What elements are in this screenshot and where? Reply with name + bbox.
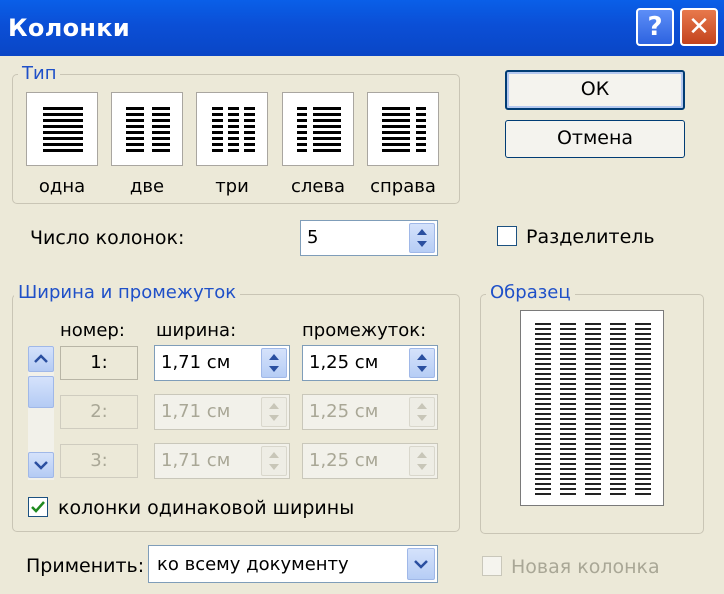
- row-3-spacing-spinner: 1,25 см: [302, 443, 438, 479]
- columns-dialog: Колонки ? ✕ Тип одна две три слева справ…: [0, 0, 724, 594]
- spin-arrows-icon[interactable]: [261, 348, 287, 378]
- type-one-label: одна: [38, 176, 86, 197]
- row-2-number: 2:: [60, 395, 138, 429]
- row-3-width-value: 1,71 см: [161, 450, 231, 471]
- chevron-down-icon: [34, 461, 48, 470]
- dialog-title: Колонки: [8, 14, 130, 42]
- type-two-button[interactable]: [111, 92, 183, 166]
- column-count-spinner[interactable]: 5: [300, 220, 438, 256]
- spin-arrows-icon[interactable]: [409, 348, 435, 378]
- checkmark-icon: [31, 501, 45, 513]
- row-1-number: 1:: [60, 346, 138, 380]
- left-column-icon: [297, 107, 341, 152]
- scroll-thumb[interactable]: [28, 376, 54, 408]
- row-2-width-value: 1,71 см: [161, 401, 231, 422]
- up-down-arrows-icon: [417, 452, 427, 470]
- chevron-down-icon: [414, 560, 428, 569]
- type-right-button[interactable]: [367, 92, 439, 166]
- type-three-label: три: [215, 176, 249, 197]
- up-down-arrows-icon: [417, 354, 427, 372]
- scroll-down-button[interactable]: [28, 452, 54, 478]
- row-3-width-spinner: 1,71 см: [154, 443, 290, 479]
- type-two-label: две: [129, 176, 165, 197]
- apply-value: ко всему документу: [157, 554, 349, 575]
- apply-label: Применить:: [26, 555, 145, 577]
- spin-arrows-icon: [409, 397, 435, 427]
- spin-arrows-icon: [409, 446, 435, 476]
- equal-width-checkbox[interactable]: [28, 497, 48, 517]
- width-spacing-group-label: Ширина и промежуток: [14, 283, 241, 303]
- up-down-arrows-icon: [417, 229, 427, 247]
- row-1-width-value: 1,71 см: [161, 352, 231, 373]
- type-group-label: Тип: [18, 64, 61, 84]
- help-button[interactable]: ?: [636, 8, 674, 46]
- close-button[interactable]: ✕: [680, 8, 718, 46]
- separator-checkbox[interactable]: [497, 226, 517, 246]
- column-count-label: Число колонок:: [30, 227, 185, 249]
- up-down-arrows-icon: [269, 403, 279, 421]
- type-left-button[interactable]: [282, 92, 354, 166]
- dropdown-arrow[interactable]: [407, 548, 435, 580]
- title-bar[interactable]: Колонки ? ✕: [0, 0, 724, 56]
- type-left-label: слева: [290, 176, 346, 197]
- row-2-spacing-spinner: 1,25 см: [302, 394, 438, 430]
- equal-width-label: колонки одинаковой ширины: [58, 497, 355, 519]
- type-one-button[interactable]: [26, 92, 98, 166]
- preview-page: [520, 310, 664, 506]
- spin-arrows-icon: [261, 446, 287, 476]
- type-right-label: справа: [370, 176, 436, 197]
- apply-dropdown[interactable]: ко всему документу: [148, 545, 438, 583]
- spin-arrows-icon[interactable]: [409, 223, 435, 253]
- row-1-spacing-spinner[interactable]: 1,25 см: [302, 345, 438, 381]
- column-count-value: 5: [307, 227, 319, 248]
- spin-arrows-icon: [261, 397, 287, 427]
- up-down-arrows-icon: [269, 354, 279, 372]
- columns-scrollbar[interactable]: [28, 346, 54, 480]
- one-column-icon: [43, 107, 83, 152]
- row-1-spacing-value: 1,25 см: [309, 352, 379, 373]
- row-1-width-spinner[interactable]: 1,71 см: [154, 345, 290, 381]
- scroll-up-button[interactable]: [28, 346, 54, 372]
- up-down-arrows-icon: [417, 403, 427, 421]
- row-2-spacing-value: 1,25 см: [309, 401, 379, 422]
- new-column-checkbox: [482, 556, 502, 576]
- new-column-label: Новая колонка: [511, 556, 660, 578]
- type-three-button[interactable]: [196, 92, 268, 166]
- chevron-up-icon: [34, 354, 48, 363]
- width-header: ширина:: [156, 320, 237, 341]
- row-2-width-spinner: 1,71 см: [154, 394, 290, 430]
- row-3-spacing-value: 1,25 см: [309, 450, 379, 471]
- cancel-button[interactable]: Отмена: [505, 120, 685, 158]
- up-down-arrows-icon: [269, 452, 279, 470]
- row-3-number: 3:: [60, 444, 138, 478]
- ok-button[interactable]: ОК: [505, 70, 685, 110]
- preview-columns-graphic: [535, 323, 651, 495]
- two-columns-icon: [126, 107, 170, 152]
- spacing-header: промежуток:: [302, 320, 427, 341]
- three-columns-icon: [212, 107, 255, 152]
- preview-group-label: Образец: [486, 283, 575, 303]
- number-header: номер:: [60, 320, 125, 341]
- separator-label: Разделитель: [526, 226, 655, 248]
- right-column-icon: [382, 107, 426, 152]
